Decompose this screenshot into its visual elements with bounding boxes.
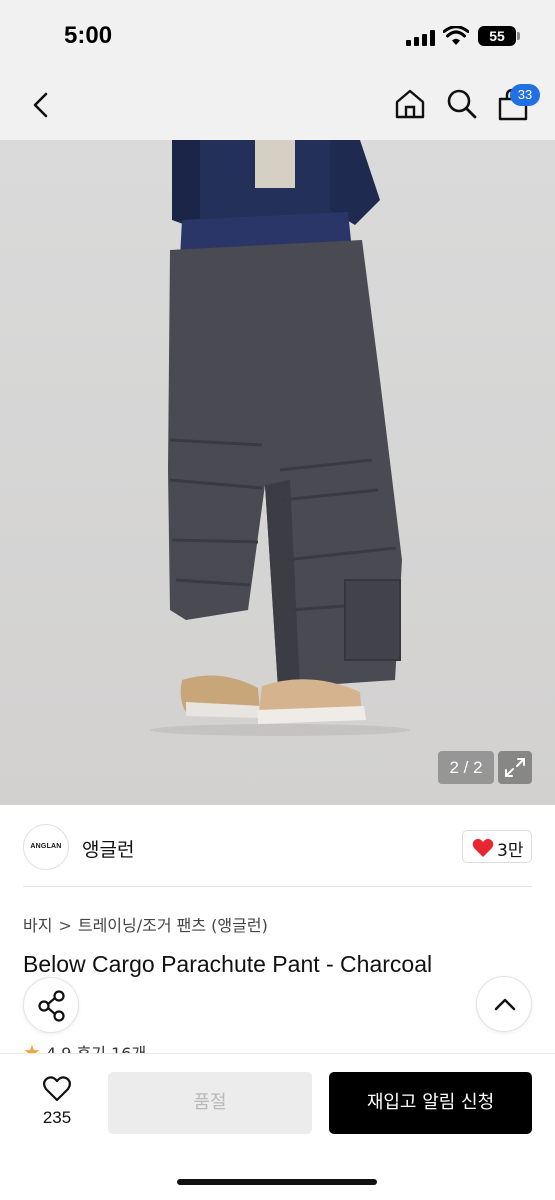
divider [23,886,532,887]
nav-bar [0,72,555,140]
product-image[interactable] [0,140,555,805]
restock-alert-button[interactable]: 재입고 알림 신청 [329,1072,532,1134]
status-time: 5:00 [64,22,113,49]
back-icon[interactable] [28,90,56,120]
search-icon[interactable] [446,88,478,120]
soldout-button[interactable]: 품절 [108,1072,312,1134]
wifi-icon [443,26,469,45]
brand-like-count: 3만 [497,841,524,861]
breadcrumb-item-category[interactable]: 바지 [23,916,52,935]
expand-icon[interactable] [498,751,532,784]
share-button[interactable] [23,977,79,1033]
home-indicator [177,1179,377,1185]
share-icon [38,990,65,1022]
battery-icon: 55 [478,26,520,46]
chevron-right-icon: > [58,916,72,935]
product-photo [0,140,555,805]
signal-icon [406,30,436,46]
scroll-top-button[interactable] [476,976,532,1032]
breadcrumb-item-subcategory[interactable]: 트레이닝/조거 팬츠 (앵글런) [78,916,268,935]
heart-filled-icon [472,838,494,857]
cart-count-badge: 33 [510,84,540,106]
product-title: Below Cargo Parachute Pant - Charcoal [23,951,433,977]
heart-outline-icon[interactable] [42,1076,72,1102]
brand-like-button[interactable]: 3만 [462,830,532,863]
breadcrumb: 바지 > 트레이닝/조거 팬츠 (앵글런) [23,912,268,936]
home-icon[interactable] [394,88,426,120]
brand-logo[interactable]: ANGLAN [23,824,69,870]
chevron-up-icon [494,998,516,1011]
image-counter: 2 / 2 [438,751,494,784]
status-bar: 5:00 55 [0,0,555,72]
wish-count: 235 [42,1108,72,1127]
brand-name[interactable]: 앵글런 [82,835,134,862]
